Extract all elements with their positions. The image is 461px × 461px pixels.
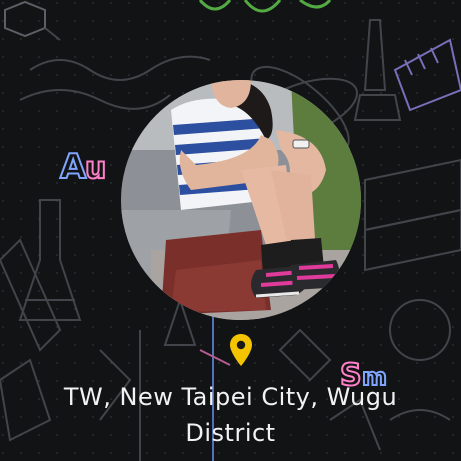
au-symbol-doodle: A u bbox=[59, 146, 107, 188]
location-pin-icon bbox=[230, 334, 252, 366]
profile-avatar[interactable] bbox=[121, 80, 361, 320]
svg-text:A: A bbox=[60, 147, 87, 187]
svg-text:u: u bbox=[85, 151, 106, 186]
location-text: TW, New Taipei City, Wugu District bbox=[63, 383, 398, 447]
